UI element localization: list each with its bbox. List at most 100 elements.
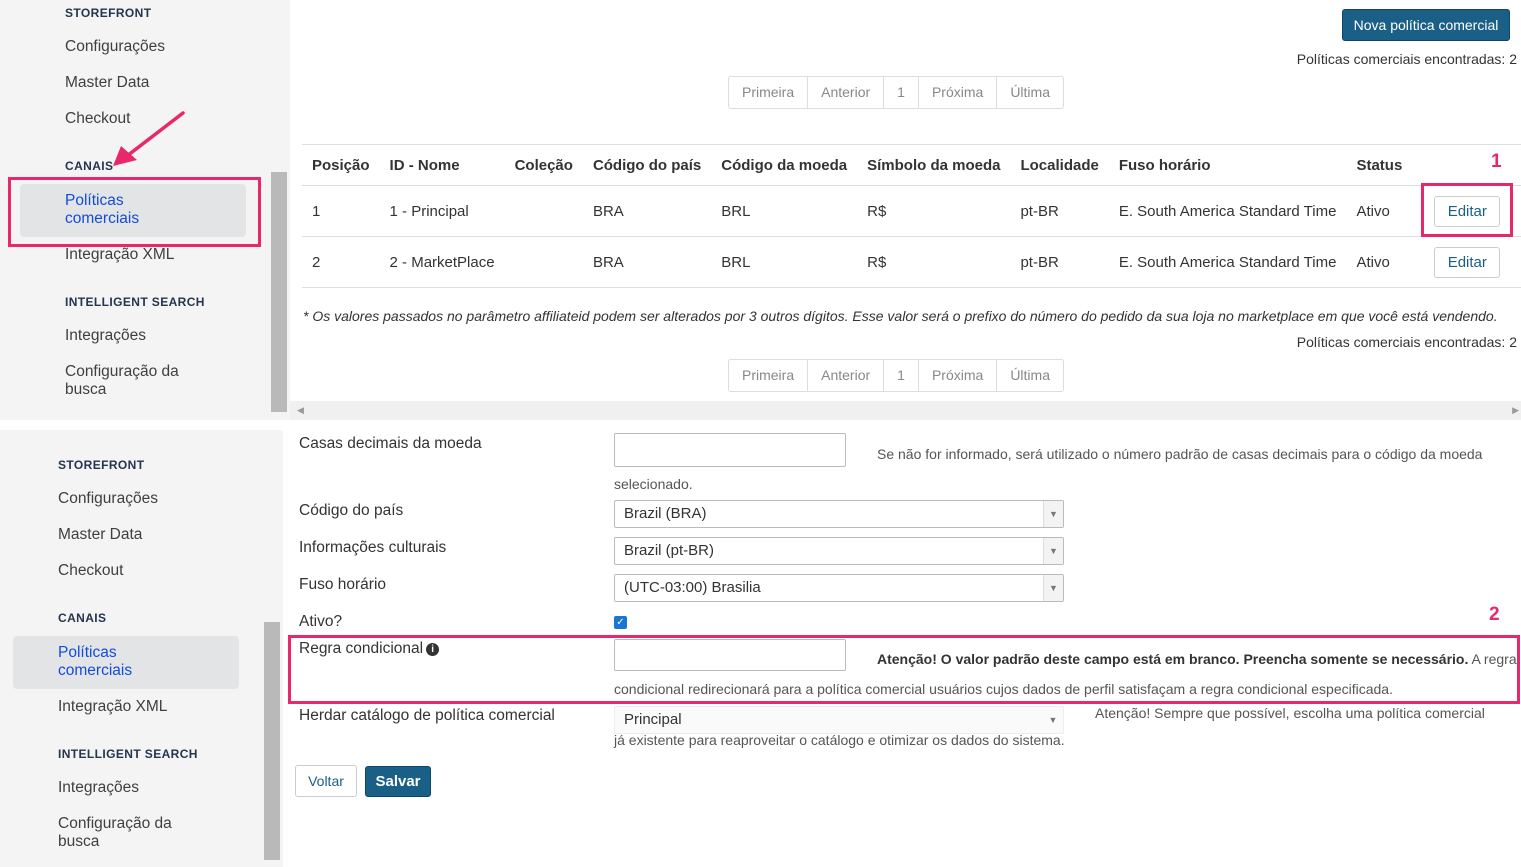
col-header-actions — [1420, 144, 1521, 186]
sidebar-section-canais: CANAIS — [58, 611, 107, 625]
fuso-horario-select[interactable]: (UTC-03:00) Brasilia ▼ — [614, 574, 1064, 602]
sidebar-item-label: Configuração da — [58, 815, 172, 832]
sidebar-item-politicas-comerciais[interactable]: Políticas comerciais — [13, 636, 239, 689]
sidebar-scrollbar[interactable] — [264, 622, 280, 860]
cell-id-nome: 1 - Principal — [379, 185, 505, 237]
pager-page-1[interactable]: 1 — [884, 360, 919, 391]
bottom-sidebar: STOREFRONT Configurações Master Data Che… — [0, 430, 283, 867]
pager-page-1[interactable]: 1 — [884, 77, 919, 108]
col-header: Código do país — [582, 144, 712, 186]
highlight-box-sidebar — [8, 177, 261, 247]
edit-button[interactable]: Editar — [1434, 246, 1501, 278]
select-value: Brazil (pt-BR) — [624, 542, 715, 559]
pager-next-button[interactable]: Próxima — [919, 360, 998, 391]
cell-posicao: 2 — [302, 236, 380, 288]
col-header: Símbolo da moeda — [857, 144, 1011, 186]
pager-prev-button[interactable]: Anterior — [808, 77, 885, 108]
sidebar-section-storefront: STOREFRONT — [58, 458, 145, 472]
herdar-catalogo-help-cont: já existente para reaproveitar o catálog… — [614, 732, 1065, 748]
sidebar-item-configuracao-busca[interactable]: Configuração da busca — [65, 363, 179, 399]
pager-first-button[interactable]: Primeira — [729, 360, 809, 391]
col-header: Status — [1346, 144, 1421, 186]
pagination-top: Primeira Anterior 1 Próxima Última — [728, 76, 1064, 109]
cell-simbolo: R$ — [857, 185, 1011, 237]
policies-table: Posição ID - Nome Coleção Código do país… — [302, 144, 1521, 288]
sidebar-item-checkout[interactable]: Checkout — [58, 562, 123, 580]
pager-last-button[interactable]: Última — [997, 77, 1063, 108]
sidebar-section-intelligent-search: INTELLIGENT SEARCH — [58, 747, 198, 761]
horizontal-scrollbar[interactable]: ◀ ▶ — [290, 401, 1521, 420]
cell-status: Ativo — [1346, 185, 1421, 237]
col-header: Localidade — [1010, 144, 1109, 186]
sidebar-item-integracoes[interactable]: Integrações — [65, 327, 146, 345]
ativo-label: Ativo? — [299, 613, 343, 630]
col-header: Posição — [302, 144, 380, 186]
cell-colecao — [504, 185, 583, 237]
col-header: ID - Nome — [379, 144, 505, 186]
sidebar-item-integracoes[interactable]: Integrações — [58, 779, 139, 797]
new-commercial-policy-button[interactable]: Nova política comercial — [1342, 9, 1510, 41]
casas-decimais-help-cont: selecionado. — [614, 476, 693, 492]
sidebar-item-configuracao-busca[interactable]: Configuração da busca — [58, 815, 172, 851]
sidebar-section-storefront: STOREFRONT — [65, 6, 152, 20]
sidebar-item-configuracoes[interactable]: Configurações — [58, 490, 158, 508]
sidebar-section-intelligent-search: INTELLIGENT SEARCH — [65, 295, 205, 309]
select-value: Brazil (BRA) — [624, 505, 707, 522]
select-value: (UTC-03:00) Brasilia — [624, 579, 761, 596]
cell-moeda: BRL — [711, 185, 858, 237]
cell-pais: BRA — [582, 236, 712, 288]
cell-id-nome: 2 - MarketPlace — [379, 236, 505, 288]
pager-next-button[interactable]: Próxima — [919, 77, 998, 108]
col-header: Fuso horário — [1108, 144, 1347, 186]
col-header: Código da moeda — [711, 144, 858, 186]
sidebar-item-integracao-xml[interactable]: Integração XML — [58, 698, 167, 716]
fuso-horario-label: Fuso horário — [299, 576, 387, 593]
cell-status: Ativo — [1346, 236, 1421, 288]
codigo-pais-select[interactable]: Brazil (BRA) ▼ — [614, 500, 1064, 528]
cell-colecao — [504, 236, 583, 288]
cell-simbolo: R$ — [857, 236, 1011, 288]
annotation-arrow-icon — [113, 111, 185, 166]
table-row: 2 2 - MarketPlace BRA BRL R$ pt-BR E. So… — [302, 236, 1521, 288]
pager-prev-button[interactable]: Anterior — [808, 360, 885, 391]
annotation-marker-1: 1 — [1491, 151, 1502, 172]
ativo-checkbox[interactable]: ✓ — [614, 616, 627, 629]
sidebar-item-label: busca — [58, 833, 100, 850]
cell-localidade: pt-BR — [1010, 236, 1109, 288]
sidebar-scrollbar[interactable] — [271, 172, 287, 412]
casas-decimais-input[interactable] — [614, 433, 846, 467]
scroll-left-icon[interactable]: ◀ — [297, 405, 304, 416]
table-row: 1 1 - Principal BRA BRL R$ pt-BR E. Sout… — [302, 185, 1521, 237]
sidebar-item-label: comerciais — [58, 662, 133, 679]
affiliate-note: * Os valores passados no parâmetro affil… — [303, 308, 1498, 324]
pagination-bottom: Primeira Anterior 1 Próxima Última — [728, 359, 1064, 392]
herdar-catalogo-label: Herdar catálogo de política comercial — [299, 707, 555, 724]
pager-last-button[interactable]: Última — [997, 360, 1063, 391]
screenshot-divider — [0, 420, 1521, 430]
save-button[interactable]: Salvar — [365, 766, 431, 797]
sidebar-item-master-data[interactable]: Master Data — [65, 74, 149, 92]
chevron-down-icon: ▼ — [1043, 501, 1063, 527]
highlight-box-edit — [1421, 183, 1513, 237]
sidebar-item-integracao-xml[interactable]: Integração XML — [65, 246, 174, 264]
casas-decimais-label: Casas decimais da moeda — [299, 435, 482, 452]
col-header: Coleção — [504, 144, 583, 186]
chevron-down-icon: ▼ — [1043, 575, 1063, 601]
herdar-catalogo-help: Atenção! Sempre que possível, escolha um… — [1095, 705, 1485, 721]
sidebar-item-master-data[interactable]: Master Data — [58, 526, 142, 544]
informacoes-culturais-label: Informações culturais — [299, 539, 447, 556]
back-button[interactable]: Voltar — [295, 765, 357, 797]
casas-decimais-help: Se não for informado, será utilizado o n… — [877, 446, 1483, 462]
cell-fuso: E. South America Standard Time — [1108, 185, 1347, 237]
chevron-down-icon: ▼ — [1043, 538, 1063, 564]
sidebar-item-configuracoes[interactable]: Configurações — [65, 38, 165, 56]
highlight-box-regra — [288, 635, 1520, 704]
cell-fuso: E. South America Standard Time — [1108, 236, 1347, 288]
sidebar-item-label: Políticas — [58, 644, 117, 661]
cell-localidade: pt-BR — [1010, 185, 1109, 237]
scroll-right-icon[interactable]: ▶ — [1512, 405, 1519, 416]
sidebar-item-label: Configuração da — [65, 363, 179, 380]
pager-first-button[interactable]: Primeira — [729, 77, 809, 108]
table-header-row: Posição ID - Nome Coleção Código do país… — [302, 144, 1521, 186]
informacoes-culturais-select[interactable]: Brazil (pt-BR) ▼ — [614, 537, 1064, 565]
